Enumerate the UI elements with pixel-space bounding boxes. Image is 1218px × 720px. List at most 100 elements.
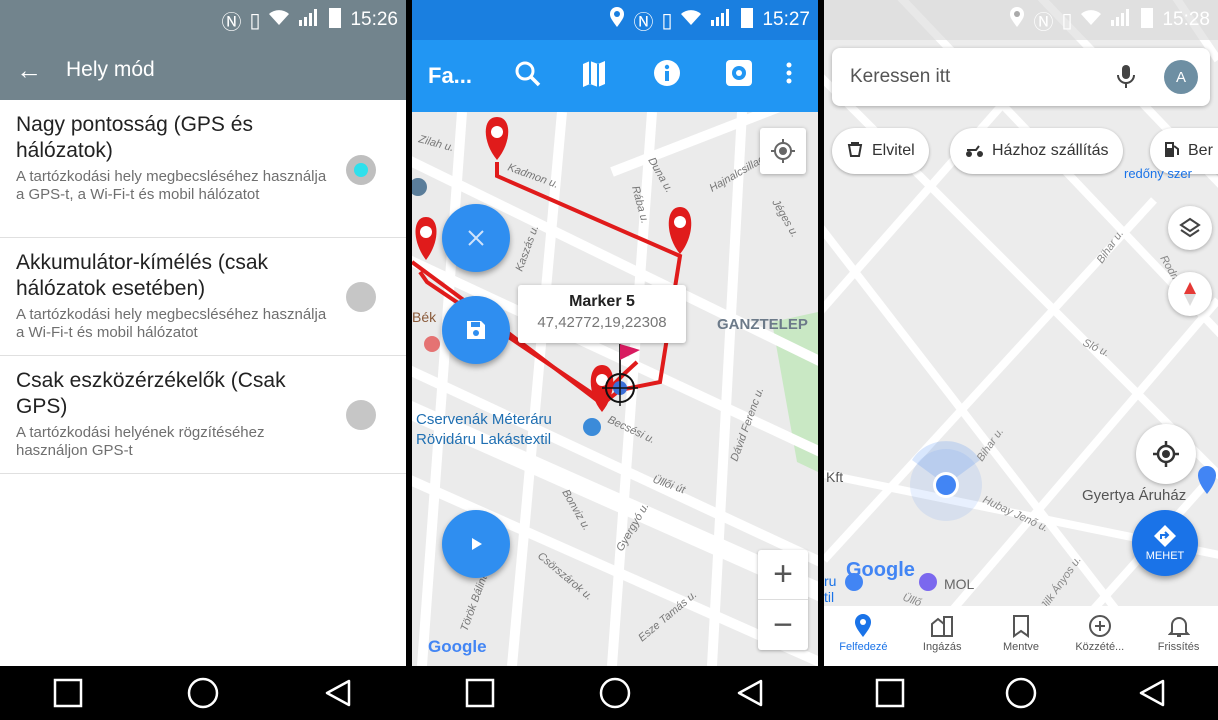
poi-label: Kft — [826, 469, 843, 485]
status-time: 15:27 — [762, 9, 810, 30]
option-title: Csak eszközérzékelők (Csak GPS) — [16, 369, 286, 418]
poi-label: Bék — [412, 309, 437, 325]
nav-label: Ingázás — [922, 641, 962, 653]
option-device-only[interactable]: Csak eszközérzékelők (Csak GPS) A tartóz… — [0, 356, 406, 474]
layers-icon — [1179, 217, 1201, 238]
settings-icon[interactable] — [724, 58, 754, 90]
page-title: Hely mód — [66, 58, 155, 81]
info-icon[interactable] — [652, 58, 682, 90]
directions-icon — [1154, 525, 1176, 547]
battery-icon — [740, 6, 754, 34]
play-button[interactable] — [442, 510, 510, 578]
status-bar: Ⓝ ▯ 15:27 — [412, 0, 818, 40]
clear-route-button[interactable] — [442, 204, 510, 272]
location-mode-screen: Ⓝ ▯ 15:26 ← Hely mód Nagy pontosság (GPS… — [0, 0, 406, 720]
chip-takeaway[interactable]: Elvitel — [832, 128, 929, 174]
poi-label: MOL — [944, 576, 975, 592]
nav-saved[interactable]: Mentve — [983, 614, 1059, 653]
status-bar: Ⓝ ▯ 15:28 — [824, 0, 1218, 40]
nav-contribute[interactable]: Közzété... — [1062, 614, 1138, 653]
back-arrow-icon[interactable]: ← — [16, 55, 42, 86]
bottom-navigation: Felfedezé Ingázás Mentve Közzété... Fris… — [824, 606, 1218, 666]
app-title: Fa... — [428, 63, 473, 88]
location-pin-icon — [855, 614, 872, 637]
option-description: A tartózkodási hely megbecsléséhez haszn… — [16, 168, 327, 203]
search-placeholder: Keressen itt — [850, 66, 951, 87]
chip-subtitle: redőny szer — [1124, 166, 1192, 181]
vibrate-icon: ▯ — [661, 9, 673, 32]
radio-unselected[interactable] — [346, 282, 376, 312]
back-button[interactable] — [318, 673, 358, 713]
app-bar: Fa... — [412, 40, 818, 112]
crosshair-icon — [771, 139, 795, 163]
back-button[interactable] — [730, 673, 770, 713]
nav-explore[interactable]: Felfedezé — [825, 614, 901, 653]
home-button[interactable] — [183, 673, 223, 713]
option-high-accuracy[interactable]: Nagy pontosság (GPS és hálózatok) A tart… — [0, 100, 406, 238]
microphone-icon[interactable] — [1116, 63, 1136, 91]
route-map-screen: Zilah u. Kadmon u. Duna u. Rába u. Hajna… — [412, 0, 818, 720]
google-maps-screen: Bihar u. Rodmo Sló u. Bihar u. Hubay Jen… — [824, 0, 1218, 720]
nav-commute[interactable]: Ingázás — [904, 614, 980, 653]
marker-title: Marker 5 — [569, 293, 635, 310]
nfc-icon: Ⓝ — [221, 11, 242, 34]
poi-label: ru — [824, 573, 836, 589]
crosshair-icon — [1153, 441, 1179, 467]
nav-updates[interactable]: Frissítés — [1141, 614, 1217, 653]
recents-button[interactable] — [48, 673, 88, 713]
google-logo: Google — [428, 637, 487, 656]
add-circle-icon — [1088, 615, 1111, 637]
marker-coords: 47,42772,19,22308 — [537, 314, 667, 331]
option-battery-saving[interactable]: Akkumulátor-kímélés (csak hálózatok eset… — [0, 238, 406, 356]
chip-label: Házhoz szállítás — [992, 142, 1109, 159]
takeaway-icon — [846, 140, 864, 163]
directions-go-button[interactable]: MEHET — [1132, 510, 1198, 576]
signal-icon — [298, 8, 320, 32]
signal-icon — [1110, 8, 1132, 32]
search-box[interactable]: Keressen itt A — [832, 48, 1210, 106]
avatar[interactable]: A — [1164, 60, 1198, 94]
option-description: A tartózkodási helyének rögzítéséhez has… — [16, 424, 265, 459]
status-bar: Ⓝ ▯ 15:26 — [0, 0, 406, 40]
play-icon — [472, 538, 482, 550]
map-icon[interactable] — [580, 58, 608, 90]
poi-label: til — [824, 589, 834, 605]
district-label: GANZTELEP — [717, 316, 808, 333]
commute-icon — [931, 616, 954, 637]
more-vert-icon[interactable] — [784, 58, 794, 90]
nav-label: Felfedezé — [839, 641, 888, 653]
nav-label: Mentve — [1002, 641, 1040, 653]
location-pin-icon — [609, 7, 625, 33]
recents-button[interactable] — [870, 673, 910, 713]
home-button[interactable] — [1001, 673, 1041, 713]
my-location-button[interactable] — [760, 128, 806, 174]
zoom-in-button[interactable]: + — [758, 550, 808, 600]
compass-button[interactable] — [1168, 272, 1212, 316]
google-logo: Google — [846, 559, 915, 581]
chip-label: Elvitel — [872, 142, 915, 159]
system-nav-bar — [0, 666, 406, 720]
my-location-button[interactable] — [1136, 424, 1196, 484]
home-button[interactable] — [595, 673, 635, 713]
battery-icon — [328, 6, 342, 34]
location-pin-icon — [1009, 7, 1025, 33]
nav-label: Közzété... — [1075, 641, 1125, 653]
chip-delivery[interactable]: Házhoz szállítás — [950, 128, 1123, 174]
layers-button[interactable] — [1168, 206, 1212, 250]
zoom-out-button[interactable]: − — [758, 600, 808, 650]
back-button[interactable] — [1132, 673, 1172, 713]
save-button[interactable] — [442, 296, 510, 364]
option-title: Akkumulátor-kímélés (csak hálózatok eset… — [16, 251, 269, 300]
radio-selected[interactable] — [346, 155, 376, 185]
poi-label: Gyertya Áruház — [1082, 487, 1186, 504]
nfc-icon: Ⓝ — [1033, 11, 1054, 34]
marker-info-popup[interactable]: Marker 5 47,42772,19,22308 — [518, 285, 686, 343]
recents-button[interactable] — [460, 673, 500, 713]
search-icon[interactable] — [514, 58, 542, 90]
status-time: 15:26 — [350, 9, 398, 30]
option-description: A tartózkodási hely megbecsléséhez haszn… — [16, 306, 327, 341]
chip-label: Ber — [1188, 142, 1213, 159]
radio-unselected[interactable] — [346, 400, 376, 430]
poi-label: Cservenák Méteráru — [416, 411, 552, 428]
signal-icon — [710, 8, 732, 32]
